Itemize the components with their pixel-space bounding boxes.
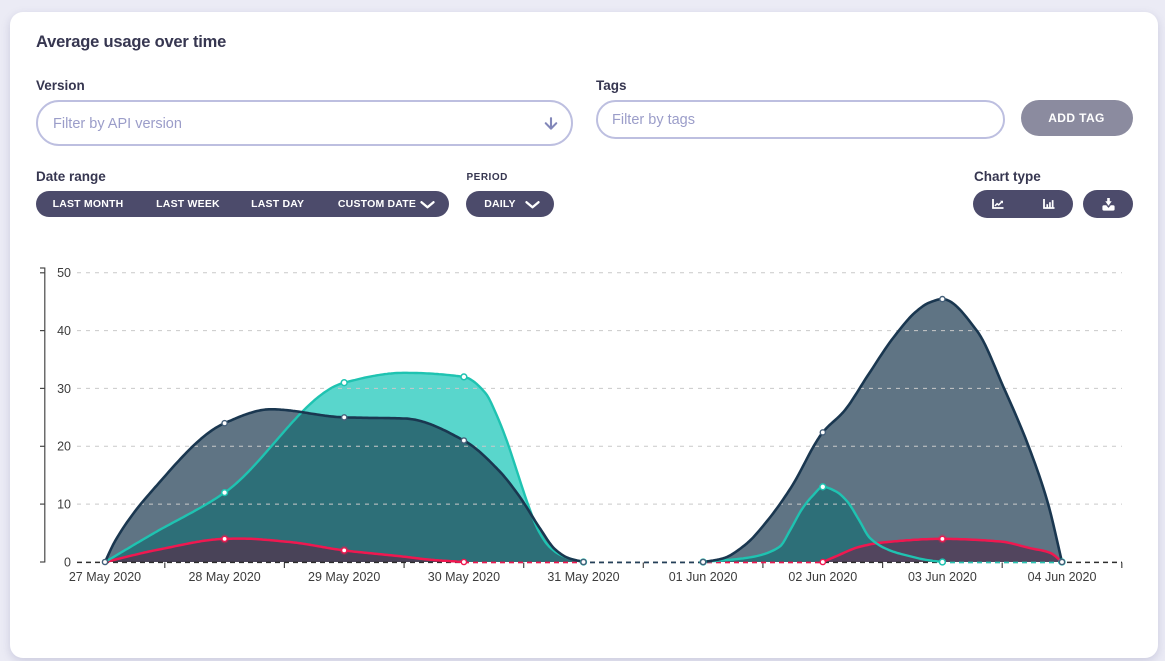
svg-text:04 Jun 2020: 04 Jun 2020	[1028, 570, 1097, 584]
svg-text:31 May 2020: 31 May 2020	[547, 570, 619, 584]
svg-text:01 Jun 2020: 01 Jun 2020	[669, 570, 738, 584]
svg-text:30: 30	[57, 382, 71, 396]
svg-text:20: 20	[57, 440, 71, 454]
svg-text:27 May 2020: 27 May 2020	[69, 570, 141, 584]
svg-text:50: 50	[57, 266, 71, 280]
svg-text:40: 40	[57, 324, 71, 338]
svg-text:03 Jun 2020: 03 Jun 2020	[908, 570, 977, 584]
svg-text:0: 0	[64, 555, 71, 569]
svg-text:28 May 2020: 28 May 2020	[188, 570, 260, 584]
svg-text:02 Jun 2020: 02 Jun 2020	[788, 570, 857, 584]
svg-text:29 May 2020: 29 May 2020	[308, 570, 380, 584]
svg-text:10: 10	[57, 498, 71, 512]
svg-text:30 May 2020: 30 May 2020	[428, 570, 500, 584]
